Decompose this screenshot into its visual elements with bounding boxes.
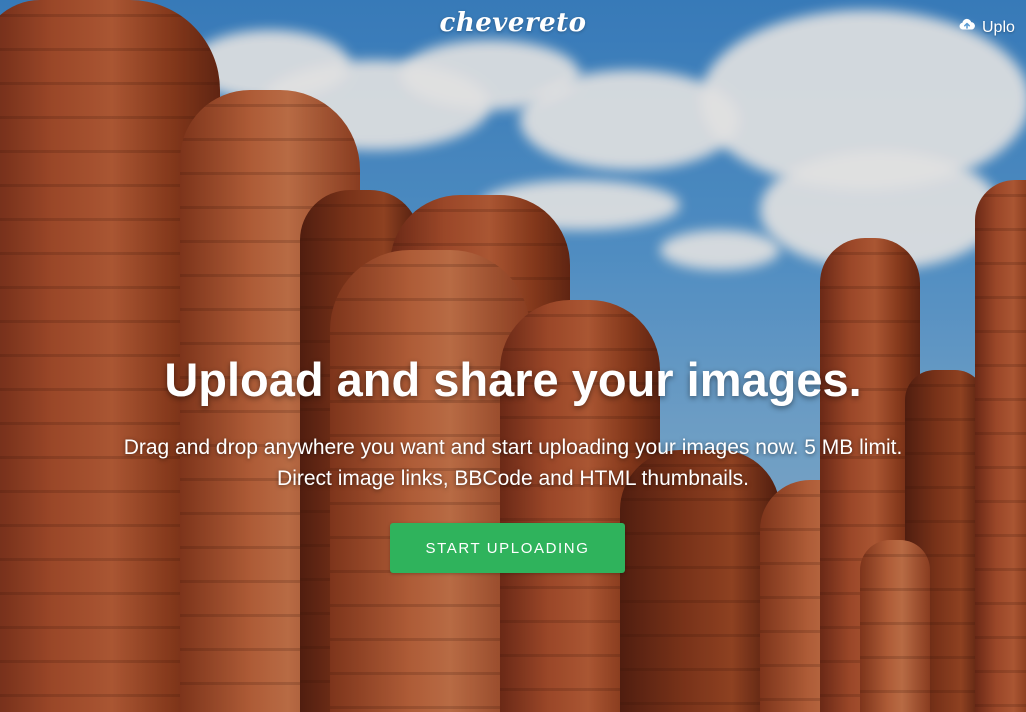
cloud-upload-icon xyxy=(958,16,976,39)
upload-link[interactable]: Uplo xyxy=(958,16,1015,39)
hero-title: Upload and share your images. xyxy=(164,353,862,406)
start-uploading-button[interactable]: START UPLOADING xyxy=(390,523,625,573)
upload-link-label: Uplo xyxy=(982,18,1015,36)
hero-description: Drag and drop anywhere you want and star… xyxy=(123,436,903,490)
page: chevereto Uplo Upload and share your ima… xyxy=(0,0,1026,712)
logo[interactable]: chevereto xyxy=(0,8,1026,38)
